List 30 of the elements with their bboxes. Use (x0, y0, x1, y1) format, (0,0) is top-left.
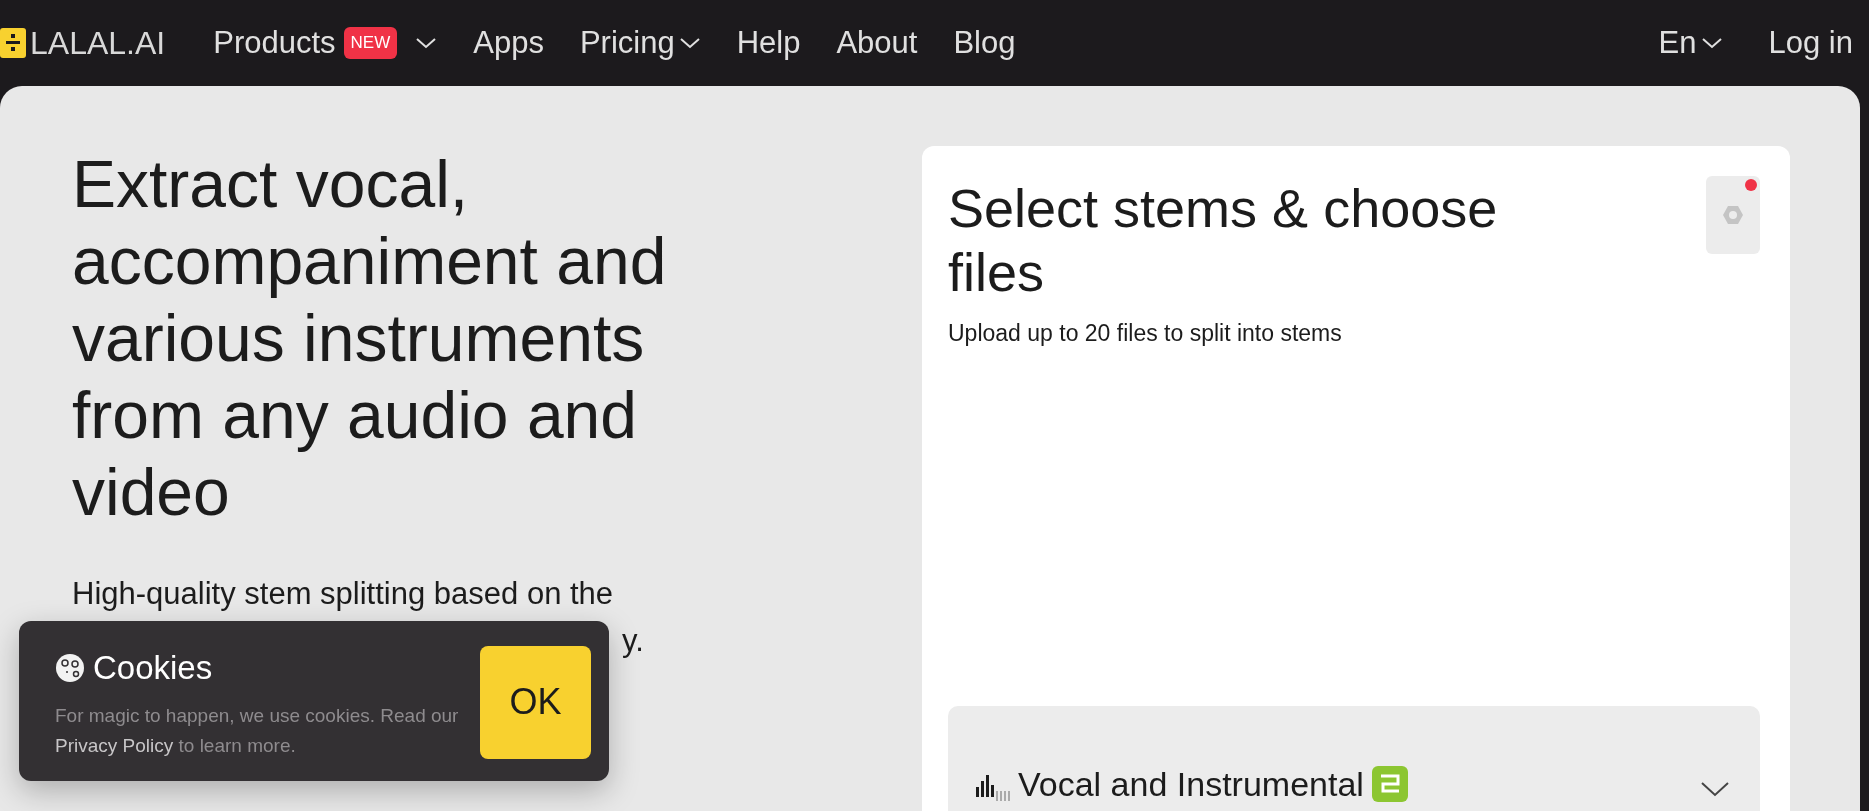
ok-button[interactable]: OK (480, 645, 591, 759)
hero-subtitle: High-quality stem splitting based on the (72, 575, 615, 613)
stem-selector[interactable]: Vocal and Instrumental (948, 706, 1760, 811)
nav-link[interactable]: Products NEW (213, 19, 438, 67)
new-badge: NEW (343, 27, 398, 59)
logo-icon (0, 28, 26, 58)
privacy-policy-link[interactable]: Privacy Policy (55, 734, 174, 756)
stem-label: Vocal and Instrumental (1018, 763, 1364, 805)
hero-subtitle-fragment: y. (622, 621, 645, 660)
language-selector[interactable]: En (1658, 19, 1723, 67)
cookie-text: For magic to happen, we use cookies. Read our Privacy Policy to learn more. (55, 703, 460, 758)
cookie-title: Cookies (93, 648, 213, 689)
card-title: Select stems & choose files (948, 177, 1499, 304)
card-subtitle: Upload up to 20 files to split into stems (948, 319, 1343, 348)
waveform-icon (976, 775, 1010, 801)
hero-title: Extract vocal, accompaniment and various instruments from any audio and video (72, 146, 668, 531)
login-link[interactable]: Log in (1768, 19, 1853, 67)
nav-link[interactable]: Help (736, 19, 801, 67)
settings-button[interactable] (1706, 176, 1760, 254)
chevron-down-icon (1700, 36, 1723, 50)
nav-link[interactable]: Blog (953, 19, 1016, 67)
chevron-down-icon (1700, 780, 1730, 798)
nav-link[interactable]: About (836, 19, 918, 67)
nav-link[interactable]: Pricing (579, 19, 701, 67)
cookie-icon (55, 653, 85, 683)
settings-icon (1722, 204, 1744, 226)
nav-link[interactable]: Apps (473, 19, 544, 67)
stem-count-icon (1371, 766, 1408, 802)
logo-text: LALAL.AI (30, 24, 166, 63)
logo[interactable]: LALAL.AI (0, 19, 166, 67)
